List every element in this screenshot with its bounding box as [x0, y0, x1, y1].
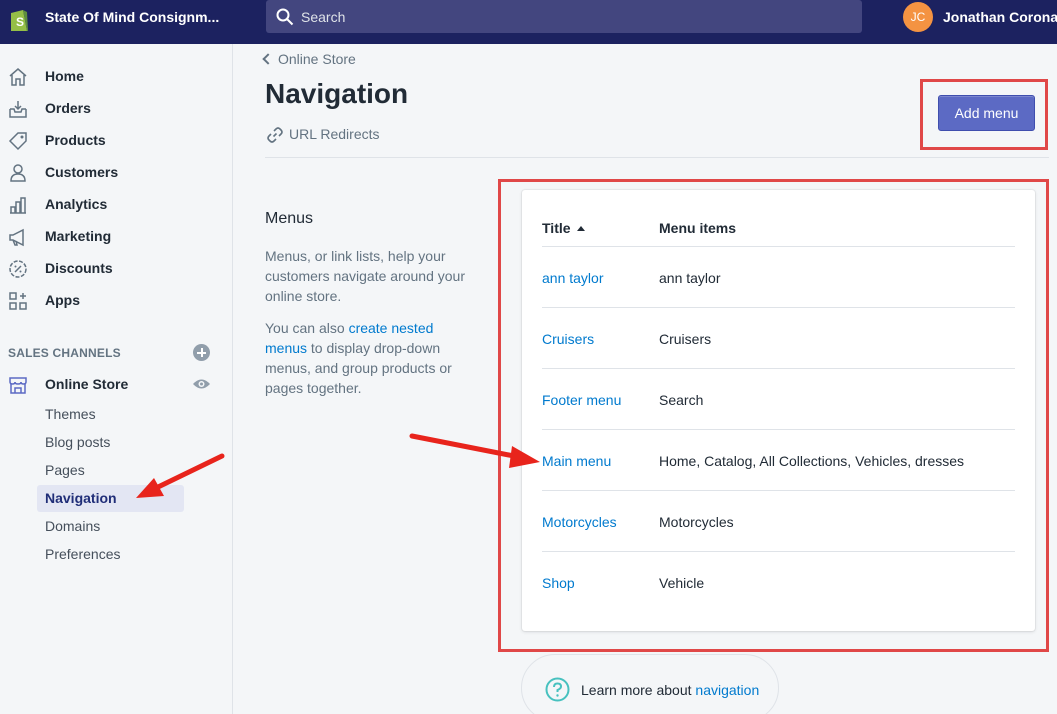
sidebar-item-label: Discounts [45, 260, 113, 276]
sidebar-subitem-preferences[interactable]: Preferences [37, 541, 184, 568]
menu-title-link[interactable]: Shop [542, 575, 575, 591]
subitem-label: Blog posts [45, 434, 111, 450]
menus-description: Menus, or link lists, help your customer… [265, 248, 465, 304]
bar-chart-icon [10, 197, 26, 214]
column-header-title[interactable]: Title [542, 220, 585, 236]
menu-title-link[interactable]: Main menu [542, 453, 611, 469]
sidebar-item-label: Apps [45, 292, 80, 308]
shopify-logo-icon[interactable]: S [8, 7, 30, 33]
menus-table-card: Title Menu items ann taylor ann taylor C… [522, 190, 1035, 631]
user-name[interactable]: Jonathan Corona [943, 9, 1057, 25]
subitem-label: Preferences [45, 546, 121, 562]
menu-items-cell: ann taylor [659, 270, 721, 286]
menus-section-heading: Menus [265, 210, 314, 227]
avatar[interactable]: JC [903, 2, 933, 32]
sidebar-item-marketing[interactable]: Marketing [0, 222, 232, 252]
add-sales-channel-icon[interactable] [193, 344, 210, 361]
link-icon [267, 127, 283, 143]
sidebar-item-home[interactable]: Home [0, 62, 232, 92]
sidebar-item-label: Online Store [45, 376, 129, 392]
svg-text:S: S [16, 15, 24, 29]
megaphone-icon [9, 228, 24, 247]
navigation-help-link[interactable]: navigation [695, 682, 759, 698]
table-row: Main menu Home, Catalog, All Collections… [542, 429, 1015, 490]
sidebar-item-analytics[interactable]: Analytics [0, 190, 232, 220]
store-icon [9, 377, 27, 394]
menu-title-link[interactable]: Motorcycles [542, 514, 617, 530]
table-row: Cruisers Cruisers [542, 307, 1015, 368]
search-bar[interactable] [266, 0, 862, 33]
sidebar-item-orders[interactable]: Orders [0, 94, 232, 124]
chevron-left-icon [262, 53, 274, 65]
table-row: Shop Vehicle [542, 551, 1015, 612]
table-row: Motorcycles Motorcycles [542, 490, 1015, 551]
discount-icon [9, 260, 27, 278]
learn-more-pre: Learn more about [581, 682, 696, 698]
sort-ascending-icon [576, 226, 585, 231]
learn-more-footer: Learn more about navigation [521, 654, 779, 714]
subitem-label: Navigation [45, 490, 117, 506]
sidebar-item-label: Orders [45, 100, 91, 116]
subitem-label: Pages [45, 462, 85, 478]
sales-channels-header: SALES CHANNELS [8, 346, 121, 360]
url-redirects-label: URL Redirects [289, 126, 380, 142]
subitem-label: Domains [45, 518, 101, 534]
question-circle-icon [545, 677, 570, 702]
tag-icon [8, 132, 27, 151]
sidebar-item-apps[interactable]: Apps [0, 286, 232, 316]
menu-items-cell: Cruisers [659, 331, 712, 347]
column-header-menu-items: Menu items [659, 220, 737, 236]
orders-icon [9, 101, 27, 118]
add-menu-button[interactable]: Add menu [938, 95, 1035, 131]
breadcrumb-label: Online Store [278, 51, 356, 67]
annotation-arrow-icon [136, 453, 225, 498]
sidebar-item-label: Customers [45, 164, 119, 180]
home-icon [9, 68, 27, 86]
menu-title-link[interactable]: ann taylor [542, 270, 603, 286]
store-name[interactable]: State Of Mind Consignm... [45, 9, 219, 25]
sidebar-item-customers[interactable]: Customers [0, 158, 232, 188]
sidebar-item-discounts[interactable]: Discounts [0, 254, 232, 284]
search-input[interactable] [301, 6, 841, 28]
menu-items-cell: Home, Catalog, All Collections, Vehicles… [659, 453, 965, 469]
menus-description-nested: You can also create nested menus to disp… [265, 318, 465, 398]
sidebar-item-label: Home [45, 68, 84, 84]
subitem-label: Themes [45, 406, 96, 422]
sidebar: Home Orders Products Customers Analytics… [0, 44, 233, 714]
sidebar-subitem-domains[interactable]: Domains [37, 513, 184, 540]
person-icon [10, 164, 26, 182]
table-row: Footer menu Search [542, 368, 1015, 429]
column-title-label: Title [542, 220, 571, 236]
search-icon [276, 8, 294, 26]
nested-desc-pre: You can also [265, 320, 349, 336]
header-divider [265, 157, 1049, 158]
sidebar-item-products[interactable]: Products [0, 126, 232, 156]
learn-more-text: Learn more about navigation [581, 682, 759, 698]
table-row: ann taylor ann taylor [542, 246, 1015, 307]
sidebar-item-label: Products [45, 132, 106, 148]
menu-title-link[interactable]: Cruisers [542, 331, 594, 347]
breadcrumb[interactable]: Online Store [262, 51, 356, 67]
menu-title-link[interactable]: Footer menu [542, 392, 621, 408]
annotation-arrow-icon [409, 433, 540, 468]
sidebar-item-label: Analytics [45, 196, 108, 212]
apps-icon [9, 292, 27, 310]
eye-icon[interactable] [192, 377, 211, 391]
menu-items-cell: Search [659, 392, 704, 408]
menu-items-cell: Motorcycles [659, 514, 734, 530]
sidebar-subitem-themes[interactable]: Themes [37, 401, 184, 428]
menu-items-cell: Vehicle [659, 575, 705, 591]
page-title: Navigation [265, 78, 409, 109]
sidebar-item-label: Marketing [45, 228, 112, 244]
top-bar: S State Of Mind Consignm... JC Jonathan … [0, 0, 1057, 44]
